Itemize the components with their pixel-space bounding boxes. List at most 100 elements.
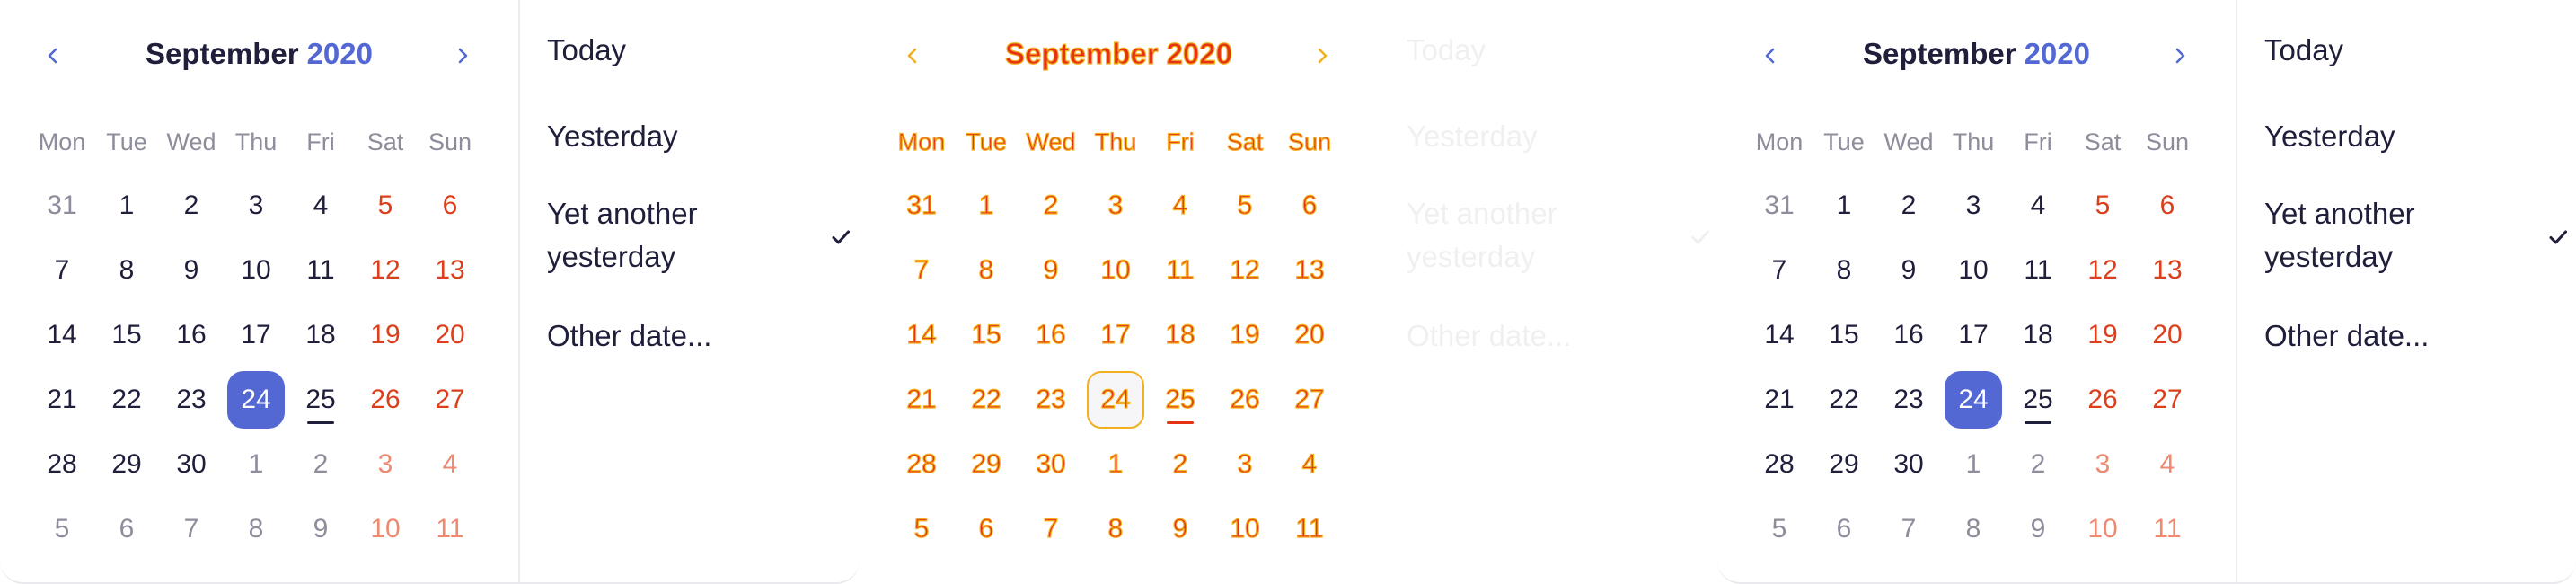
day-cell[interactable]: 3 bbox=[1087, 177, 1144, 234]
day-cell[interactable]: 3 bbox=[357, 436, 414, 493]
day-cell[interactable]: 2 bbox=[163, 177, 220, 234]
day-cell[interactable]: 5 bbox=[1751, 500, 1808, 558]
day-cell[interactable]: 17 bbox=[1945, 306, 2002, 364]
day-cell[interactable]: 29 bbox=[957, 436, 1015, 493]
day-cell[interactable]: 3 bbox=[1945, 177, 2002, 234]
menu-item-yet-another-yesterday[interactable]: Yet another yesterday bbox=[547, 192, 850, 279]
day-cell[interactable]: 4 bbox=[2009, 177, 2067, 234]
day-cell[interactable]: 23 bbox=[163, 371, 220, 429]
day-cell[interactable]: 30 bbox=[163, 436, 220, 493]
day-cell[interactable]: 1 bbox=[957, 177, 1015, 234]
day-cell[interactable]: 19 bbox=[2074, 306, 2131, 364]
day-cell[interactable]: 11 bbox=[421, 500, 479, 558]
day-cell[interactable]: 23 bbox=[1022, 371, 1080, 429]
day-cell[interactable]: 10 bbox=[357, 500, 414, 558]
day-cell[interactable]: 2 bbox=[1151, 436, 1209, 493]
day-cell[interactable]: 8 bbox=[1945, 500, 2002, 558]
day-cell[interactable]: 30 bbox=[1022, 436, 1080, 493]
day-cell[interactable]: 18 bbox=[292, 306, 349, 364]
day-cell[interactable]: 13 bbox=[1281, 242, 1338, 299]
day-cell[interactable]: 1 bbox=[1087, 436, 1144, 493]
menu-item-other-date[interactable]: Other date... bbox=[2264, 314, 2561, 358]
menu-item-yet-another-yesterday[interactable]: Yet another yesterday bbox=[2264, 192, 2567, 279]
day-cell[interactable]: 5 bbox=[893, 500, 950, 558]
day-cell[interactable]: 3 bbox=[227, 177, 285, 234]
day-cell[interactable]: 8 bbox=[1087, 500, 1144, 558]
day-cell[interactable]: 10 bbox=[1216, 500, 1274, 558]
day-cell-today[interactable]: 25 bbox=[1151, 371, 1209, 429]
menu-item-today[interactable]: Today bbox=[1407, 29, 1703, 72]
day-cell[interactable]: 14 bbox=[893, 306, 950, 364]
day-cell[interactable]: 9 bbox=[2009, 500, 2067, 558]
day-cell[interactable]: 27 bbox=[421, 371, 479, 429]
day-cell[interactable]: 7 bbox=[893, 242, 950, 299]
day-cell[interactable]: 5 bbox=[1216, 177, 1274, 234]
day-cell[interactable]: 6 bbox=[98, 500, 155, 558]
day-cell[interactable]: 6 bbox=[957, 500, 1015, 558]
day-cell[interactable]: 11 bbox=[1281, 500, 1338, 558]
day-cell[interactable]: 9 bbox=[1880, 242, 1937, 299]
day-cell[interactable]: 12 bbox=[1216, 242, 1274, 299]
day-cell[interactable]: 8 bbox=[1815, 242, 1873, 299]
day-cell[interactable]: 18 bbox=[2009, 306, 2067, 364]
day-cell[interactable]: 31 bbox=[1751, 177, 1808, 234]
day-cell[interactable]: 27 bbox=[1281, 371, 1338, 429]
day-cell[interactable]: 10 bbox=[1087, 242, 1144, 299]
day-cell[interactable]: 19 bbox=[1216, 306, 1274, 364]
day-cell[interactable]: 11 bbox=[2009, 242, 2067, 299]
menu-item-yesterday[interactable]: Yesterday bbox=[547, 115, 843, 158]
menu-item-other-date[interactable]: Other date... bbox=[547, 314, 843, 358]
day-cell[interactable]: 14 bbox=[33, 306, 91, 364]
day-cell[interactable]: 28 bbox=[893, 436, 950, 493]
day-cell[interactable]: 12 bbox=[2074, 242, 2131, 299]
day-cell[interactable]: 11 bbox=[1151, 242, 1209, 299]
day-cell[interactable]: 2 bbox=[2009, 436, 2067, 493]
day-cell[interactable]: 23 bbox=[1880, 371, 1937, 429]
day-cell[interactable]: 31 bbox=[33, 177, 91, 234]
day-cell-selected[interactable]: 24 bbox=[1945, 371, 2002, 429]
day-cell[interactable]: 7 bbox=[163, 500, 220, 558]
menu-item-today[interactable]: Today bbox=[2264, 29, 2561, 72]
day-cell[interactable]: 15 bbox=[98, 306, 155, 364]
day-cell[interactable]: 13 bbox=[421, 242, 479, 299]
day-cell[interactable]: 28 bbox=[1751, 436, 1808, 493]
day-cell[interactable]: 22 bbox=[1815, 371, 1873, 429]
menu-item-other-date[interactable]: Other date... bbox=[1407, 314, 1703, 358]
menu-item-yet-another-yesterday[interactable]: Yet another yesterday bbox=[1407, 192, 1709, 279]
day-cell[interactable]: 4 bbox=[1151, 177, 1209, 234]
day-cell[interactable]: 4 bbox=[292, 177, 349, 234]
day-cell[interactable]: 7 bbox=[1022, 500, 1080, 558]
day-cell[interactable]: 11 bbox=[292, 242, 349, 299]
day-cell[interactable]: 16 bbox=[163, 306, 220, 364]
day-cell[interactable]: 22 bbox=[957, 371, 1015, 429]
day-cell[interactable]: 20 bbox=[421, 306, 479, 364]
day-cell[interactable]: 9 bbox=[1022, 242, 1080, 299]
day-cell[interactable]: 2 bbox=[1022, 177, 1080, 234]
day-cell[interactable]: 17 bbox=[227, 306, 285, 364]
day-cell[interactable]: 6 bbox=[421, 177, 479, 234]
day-cell[interactable]: 9 bbox=[163, 242, 220, 299]
day-cell[interactable]: 2 bbox=[1880, 177, 1937, 234]
day-cell[interactable]: 16 bbox=[1022, 306, 1080, 364]
day-cell[interactable]: 29 bbox=[98, 436, 155, 493]
day-cell[interactable]: 19 bbox=[357, 306, 414, 364]
day-cell[interactable]: 17 bbox=[1087, 306, 1144, 364]
day-cell[interactable]: 8 bbox=[227, 500, 285, 558]
day-cell[interactable]: 21 bbox=[893, 371, 950, 429]
day-cell[interactable]: 9 bbox=[292, 500, 349, 558]
day-cell[interactable]: 10 bbox=[1945, 242, 2002, 299]
day-cell[interactable]: 13 bbox=[2139, 242, 2196, 299]
day-cell[interactable]: 1 bbox=[1945, 436, 2002, 493]
day-cell[interactable]: 10 bbox=[2074, 500, 2131, 558]
day-cell[interactable]: 9 bbox=[1151, 500, 1209, 558]
day-cell[interactable]: 11 bbox=[2139, 500, 2196, 558]
day-cell[interactable]: 26 bbox=[1216, 371, 1274, 429]
menu-item-yesterday[interactable]: Yesterday bbox=[2264, 115, 2561, 158]
day-cell[interactable]: 1 bbox=[1815, 177, 1873, 234]
day-cell[interactable]: 2 bbox=[292, 436, 349, 493]
day-cell[interactable]: 21 bbox=[33, 371, 91, 429]
day-cell[interactable]: 7 bbox=[33, 242, 91, 299]
day-cell[interactable]: 7 bbox=[1880, 500, 1937, 558]
menu-item-today[interactable]: Today bbox=[547, 29, 843, 72]
day-cell[interactable]: 12 bbox=[357, 242, 414, 299]
